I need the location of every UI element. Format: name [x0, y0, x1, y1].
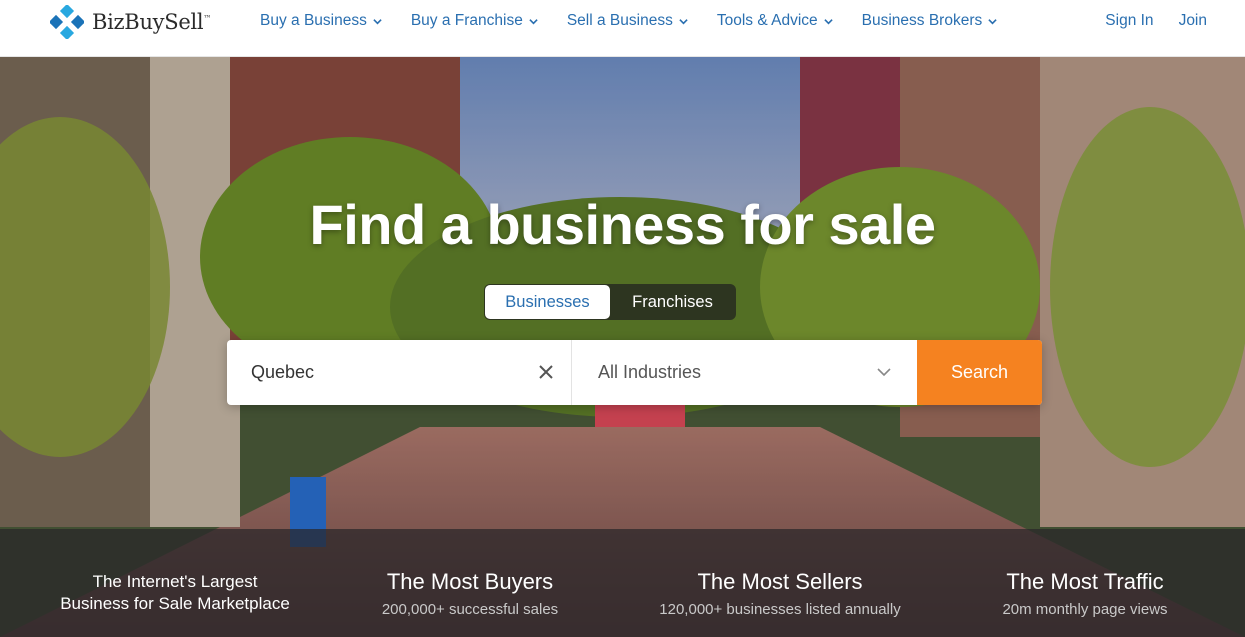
industry-select[interactable]: All Industries [572, 340, 917, 405]
logo[interactable]: BizBuySell™ [50, 5, 211, 39]
site-header: BizBuySell™ Buy a Business Buy a Franchi… [0, 0, 1245, 57]
tagline-line-1: The Internet's Largest [92, 572, 258, 591]
search-button[interactable]: Search [917, 340, 1042, 405]
stat-subtext: 200,000+ successful sales [381, 601, 559, 618]
location-field-wrapper [227, 340, 572, 405]
stat-subtext: 120,000+ businesses listed annually [659, 601, 901, 618]
chevron-down-icon [373, 18, 382, 24]
stat-heading: The Most Traffic [1006, 569, 1164, 594]
main-nav: Buy a Business Buy a Franchise Sell a Bu… [260, 0, 1026, 42]
chevron-down-icon [988, 18, 997, 24]
nav-business-brokers[interactable]: Business Brokers [862, 12, 998, 30]
hero-title: Find a business for sale [309, 193, 936, 256]
stat-heading: The Most Buyers [386, 569, 554, 594]
tagline-line-2: Business for Sale Marketplace [60, 594, 290, 613]
listing-type-toggle: Businesses Franchises [484, 284, 736, 320]
nav-tools-advice[interactable]: Tools & Advice [717, 12, 833, 30]
location-input[interactable] [227, 340, 571, 405]
chevron-down-icon [823, 18, 833, 24]
tab-businesses[interactable]: Businesses [485, 285, 610, 319]
logo-icon [50, 5, 84, 39]
clear-icon[interactable] [537, 363, 555, 381]
hero-section: Find a business for sale Businesses Fran… [0, 57, 1245, 637]
join-link[interactable]: Join [1179, 12, 1207, 30]
nav-sell-business[interactable]: Sell a Business [567, 12, 688, 30]
stats-banner: The Internet's Largest Business for Sale… [0, 529, 1245, 637]
industry-select-value: All Industries [598, 362, 702, 382]
nav-buy-franchise[interactable]: Buy a Franchise [411, 12, 538, 30]
stat-sellers: The Most Sellers 120,000+ businesses lis… [630, 569, 930, 618]
chevron-down-icon [679, 18, 688, 24]
nav-buy-business[interactable]: Buy a Business [260, 12, 382, 30]
tagline: The Internet's Largest Business for Sale… [40, 571, 310, 615]
auth-links: Sign In Join [1105, 0, 1207, 42]
stat-buyers: The Most Buyers 200,000+ successful sale… [340, 569, 600, 618]
chevron-down-icon [529, 18, 538, 24]
stat-subtext: 20m monthly page views [1002, 601, 1168, 618]
search-bar: All Industries Search [227, 340, 1042, 405]
tab-franchises[interactable]: Franchises [610, 285, 735, 319]
logo-text: BizBuySell™ [92, 10, 211, 34]
sign-in-link[interactable]: Sign In [1105, 12, 1153, 30]
chevron-down-icon [877, 368, 891, 377]
stat-heading: The Most Sellers [697, 569, 863, 594]
stat-traffic: The Most Traffic 20m monthly page views [960, 569, 1210, 618]
